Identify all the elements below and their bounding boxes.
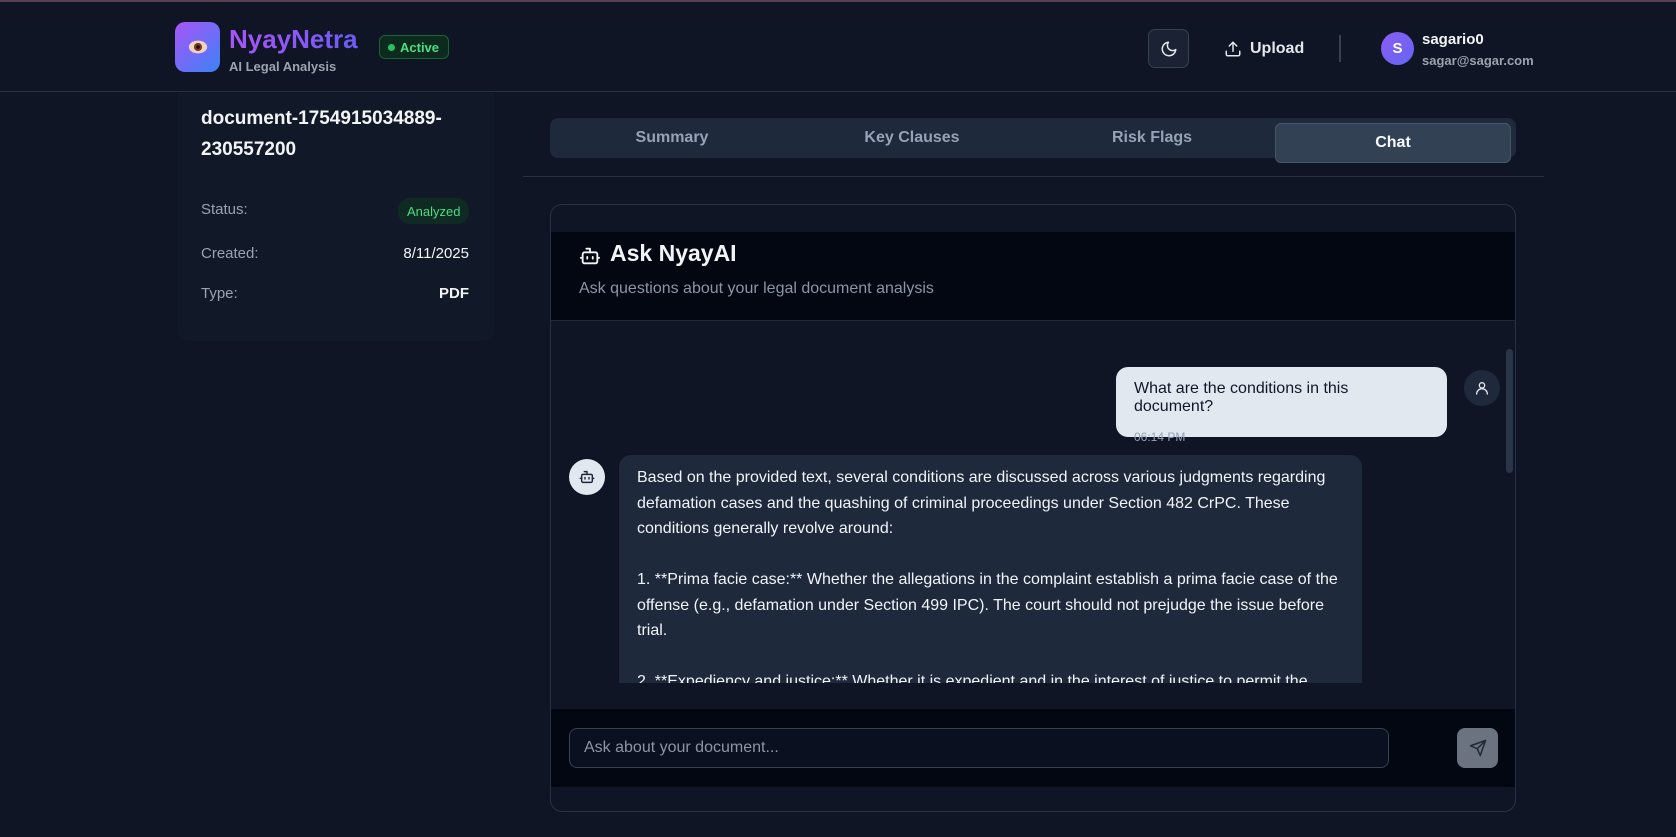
- theme-toggle-button[interactable]: [1148, 29, 1189, 68]
- status-label: Status:: [201, 201, 248, 218]
- user-message-bubble: What are the conditions in this document…: [1116, 367, 1447, 444]
- tab-summary[interactable]: Summary: [554, 118, 790, 158]
- message-list[interactable]: What are the conditions in this document…: [551, 321, 1515, 683]
- bot-icon: [579, 470, 595, 484]
- app-name: NyayNetra: [229, 24, 358, 54]
- document-title: document-1754915034889-230557200: [201, 108, 442, 160]
- app-logo[interactable]: [175, 22, 220, 72]
- chat-subtitle: Ask questions about your legal document …: [579, 280, 934, 297]
- chat-input-bar: [551, 709, 1515, 787]
- assistant-avatar: [569, 459, 605, 495]
- created-label: Created:: [201, 245, 259, 262]
- upload-icon: [1225, 41, 1241, 57]
- created-value: 8/11/2025: [403, 245, 469, 262]
- user-email: sagar@sagar.com: [1422, 53, 1534, 68]
- user-name: sagario0: [1422, 31, 1484, 48]
- type-label: Type:: [201, 285, 238, 302]
- active-status-label: Active: [400, 39, 440, 55]
- header-divider: [1339, 35, 1341, 62]
- tab-chat[interactable]: Chat: [1275, 123, 1511, 163]
- upload-button[interactable]: Upload: [1224, 35, 1304, 63]
- chat-panel: Ask NyayAI Ask questions about your lega…: [550, 204, 1516, 812]
- type-value: PDF: [439, 285, 469, 302]
- chat-header: Ask NyayAI Ask questions about your lega…: [551, 232, 1515, 321]
- message-timestamp: 06:14 PM: [1134, 430, 1186, 444]
- user-avatar[interactable]: S: [1381, 32, 1414, 65]
- active-status-badge: Active: [379, 35, 450, 59]
- assistant-paragraph: 2. **Expediency and justice:** Whether i…: [637, 673, 1308, 683]
- status-badge: Analyzed: [398, 198, 470, 224]
- tab-key-clauses[interactable]: Key Clauses: [794, 118, 1030, 158]
- send-button[interactable]: [1457, 728, 1498, 768]
- chat-input[interactable]: [569, 728, 1389, 768]
- user-message-text: What are the conditions in this document…: [1134, 380, 1349, 415]
- tabs-divider: [523, 176, 1544, 177]
- bot-icon: [579, 247, 601, 265]
- user-message-avatar: [1464, 370, 1500, 406]
- eye-icon: [188, 40, 207, 54]
- assistant-message-bubble: Based on the provided text, several cond…: [619, 455, 1362, 683]
- tab-risk-flags[interactable]: Risk Flags: [1034, 118, 1270, 158]
- send-icon: [1469, 739, 1486, 757]
- user-icon: [1476, 382, 1488, 395]
- app-header: NyayNetra AI Legal Analysis Active Uploa…: [0, 2, 1676, 92]
- moon-icon: [1161, 41, 1176, 56]
- message-scrollbar[interactable]: [1506, 349, 1513, 473]
- app-subtitle: AI Legal Analysis: [229, 59, 337, 74]
- assistant-paragraph: Based on the provided text, several cond…: [637, 469, 1326, 537]
- status-dot-icon: [388, 43, 395, 51]
- upload-label: Upload: [1250, 40, 1305, 57]
- assistant-paragraph: 1. **Prima facie case:** Whether the all…: [637, 571, 1338, 639]
- tab-bar: Summary Key Clauses Risk Flags Chat: [550, 118, 1516, 163]
- chat-title: Ask NyayAI: [610, 240, 737, 266]
